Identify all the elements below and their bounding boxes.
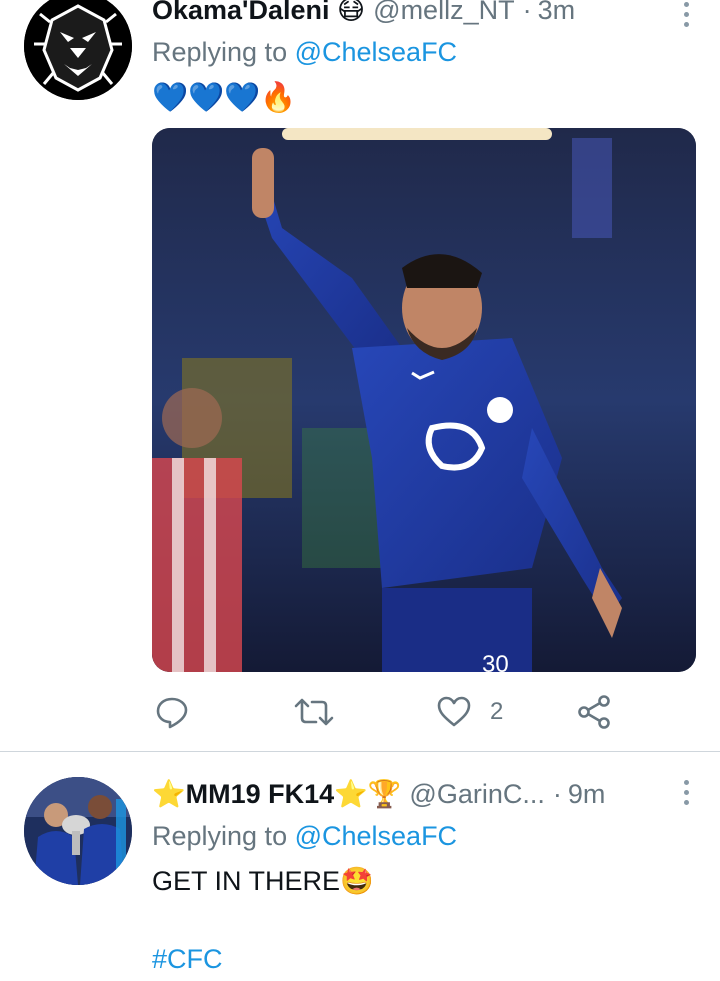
separator-dot: · — [522, 0, 532, 25]
share-icon — [578, 695, 610, 729]
share-button[interactable] — [576, 692, 612, 732]
replying-to-line: Replying to @ChelseaFC — [152, 820, 457, 852]
football-player-photo: 30 — [152, 128, 696, 672]
replying-to-line: Replying to @ChelseaFC — [152, 36, 457, 68]
more-vertical-icon[interactable] — [684, 780, 690, 810]
timestamp[interactable]: 9m — [568, 778, 606, 810]
lion-avatar-image — [24, 0, 132, 100]
tweet-divider — [0, 751, 720, 752]
tweet-header: ⭐MM19 FK14⭐🏆 @GarinC... · 9m — [152, 778, 702, 810]
players-trophy-avatar-image — [24, 777, 132, 885]
like-button[interactable]: 2 — [436, 692, 503, 732]
like-count: 2 — [490, 698, 504, 725]
retweet-icon — [294, 698, 334, 726]
reply-icon — [156, 697, 188, 729]
retweet-button[interactable] — [294, 692, 334, 732]
heart-icon — [437, 696, 471, 727]
tweet-actions: 2 — [152, 692, 672, 732]
user-handle[interactable]: @GarinC... — [409, 778, 544, 810]
replying-to-label: Replying to — [152, 37, 295, 67]
tweet-text: GET IN THERE🤩 — [152, 866, 374, 896]
tweet-1[interactable]: Okama'Daleni 😷 @mellz_NT · 3m Replying t… — [0, 0, 720, 752]
mention-link[interactable]: @ChelseaFC — [295, 821, 457, 851]
avatar[interactable] — [24, 0, 132, 100]
separator-dot: · — [552, 779, 562, 809]
timestamp[interactable]: 3m — [538, 0, 576, 26]
hashtag-link[interactable]: #CFC — [152, 942, 223, 976]
replying-to-label: Replying to — [152, 821, 295, 851]
svg-text:30: 30 — [482, 651, 509, 672]
tweet-text: 💙💙💙🔥 — [152, 82, 297, 114]
display-name[interactable]: ⭐MM19 FK14⭐🏆 — [152, 778, 401, 810]
tweet-photo[interactable]: 30 — [152, 128, 696, 672]
reply-button[interactable] — [154, 692, 190, 732]
more-vertical-icon[interactable] — [684, 2, 690, 32]
tweet-header: Okama'Daleni 😷 @mellz_NT · 3m — [152, 0, 702, 26]
mention-link[interactable]: @ChelseaFC — [295, 37, 457, 67]
avatar[interactable] — [24, 777, 132, 885]
display-name[interactable]: Okama'Daleni 😷 — [152, 0, 365, 26]
user-handle[interactable]: @mellz_NT — [373, 0, 514, 26]
